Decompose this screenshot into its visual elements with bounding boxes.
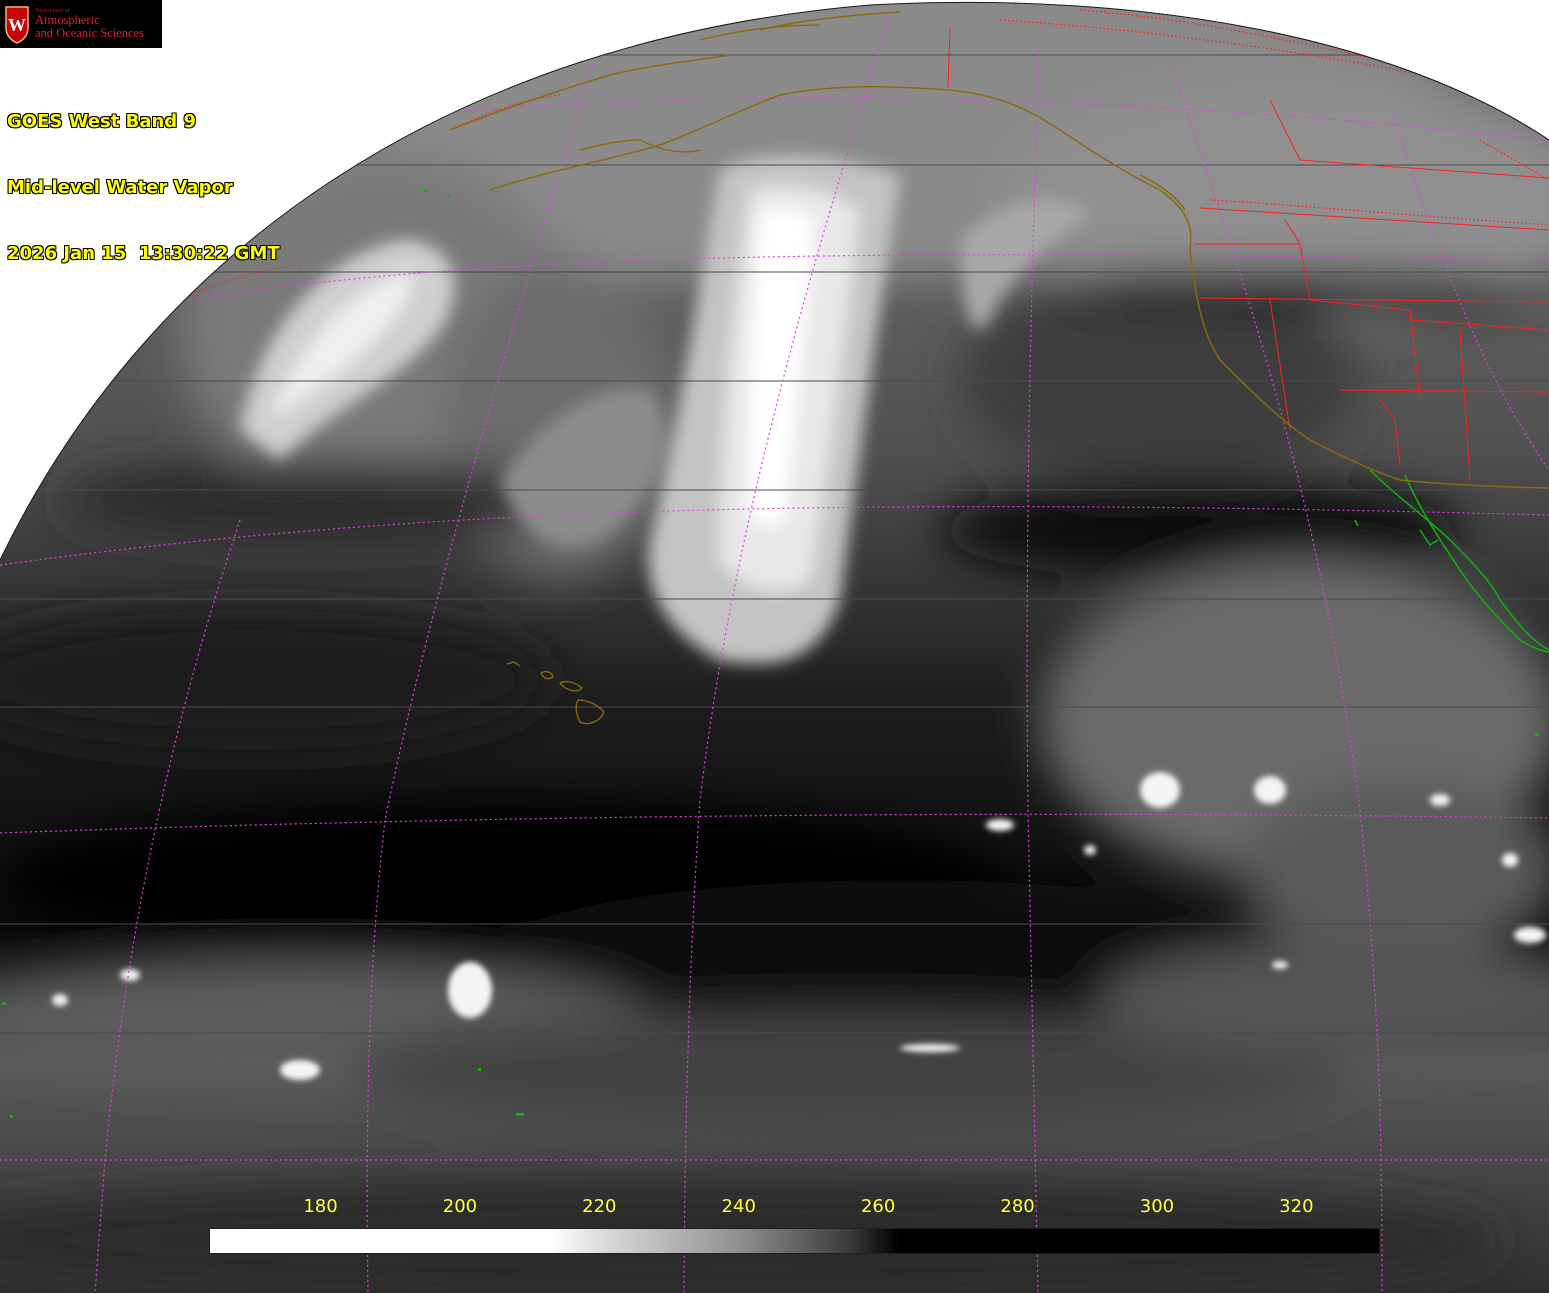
colorbar-tick-180: 180 (303, 1196, 338, 1217)
title-timestamp: 2026 Jan 15 13:30:22 GMT (7, 243, 280, 264)
colorbar-tick-220: 220 (582, 1196, 617, 1217)
title-product: Mid-level Water Vapor (7, 177, 233, 198)
satellite-image-viewer: W Department of Atmospheric and Oceanic … (0, 0, 1549, 1293)
uw-crest-icon: W (5, 6, 29, 44)
image-title: GOES West Band 9 Mid-level Water Vapor 2… (7, 67, 280, 309)
logo-line-2: and Oceanic Sciences (35, 26, 144, 41)
title-satellite-band: GOES West Band 9 (7, 111, 196, 132)
aos-logo: W Department of Atmospheric and Oceanic … (0, 0, 162, 48)
colorbar (209, 1228, 1380, 1254)
colorbar-tick-200: 200 (442, 1196, 478, 1217)
colorbar-tick-260: 260 (860, 1196, 896, 1217)
colorbar-tick-300: 300 (1139, 1196, 1175, 1217)
colorbar-tick-320: 320 (1279, 1196, 1314, 1217)
logo-text: Department of Atmospheric and Oceanic Sc… (35, 8, 144, 41)
colorbar-tick-240: 240 (721, 1196, 756, 1217)
colorbar-tick-labels: 180 200 220 240 260 280 300 320 (0, 1196, 1549, 1220)
svg-text:W: W (8, 15, 26, 35)
colorbar-tick-280: 280 (1000, 1196, 1035, 1217)
